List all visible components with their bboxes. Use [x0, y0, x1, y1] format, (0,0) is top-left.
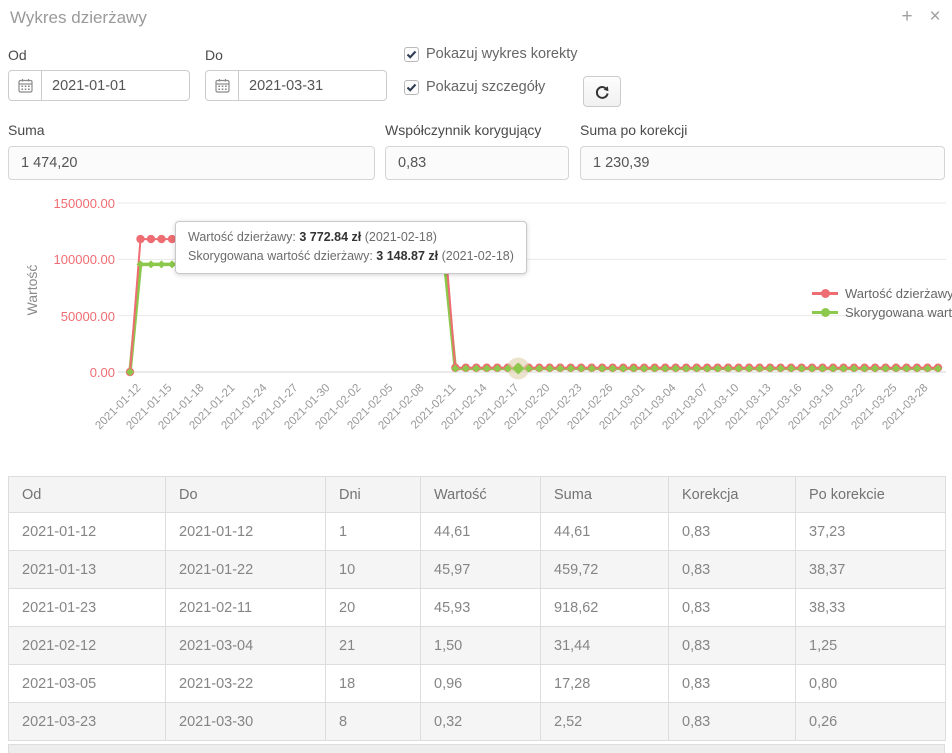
table-cell: 0,83 — [669, 665, 796, 703]
chart-legend: Wartość dzierżawy Skorygowana wartość dzi… — [812, 284, 952, 322]
date-to-input[interactable] — [239, 78, 379, 94]
suma-label: Suma — [8, 122, 45, 138]
table-column-header: Wartość — [421, 477, 541, 513]
table-cell: 45,97 — [421, 551, 541, 589]
table-column-header: Od — [9, 477, 166, 513]
table-header-row: OdDoDniWartośćSumaKorekcjaPo korekcie — [9, 477, 946, 513]
legend-item[interactable]: Wartość dzierżawy — [812, 284, 952, 303]
refresh-icon — [594, 84, 610, 100]
table-cell: 18 — [326, 665, 421, 703]
table-column-header: Po korekcie — [796, 477, 946, 513]
table-cell: 44,61 — [541, 513, 669, 551]
table-cell: 0,32 — [421, 703, 541, 741]
table-cell: 37,23 — [796, 513, 946, 551]
calendar-icon — [206, 71, 239, 100]
refresh-button[interactable] — [583, 76, 621, 107]
table-cell: 2021-01-22 — [166, 551, 326, 589]
date-from-input[interactable] — [42, 78, 182, 94]
checkbox-pokazuj-wykres-korekty[interactable]: Pokazuj wykres korekty — [404, 46, 578, 62]
table-cell: 45,93 — [421, 589, 541, 627]
y-tick-label: 150000.00 — [25, 196, 115, 211]
checkbox-label: Pokazuj szczegóły — [426, 79, 545, 95]
table-cell: 38,33 — [796, 589, 946, 627]
y-axis-title: Wartość — [24, 250, 40, 330]
table-cell: 44,61 — [421, 513, 541, 551]
checkbox-checked-icon — [404, 80, 419, 95]
date-to-field[interactable] — [205, 70, 387, 101]
table-cell: 0,83 — [669, 589, 796, 627]
table-cell: 1 — [326, 513, 421, 551]
table-cell: 38,37 — [796, 551, 946, 589]
od-label: Od — [8, 47, 27, 63]
table-row[interactable]: 2021-03-232021-03-3080,322,520,830,26 — [9, 703, 946, 741]
suma-po-korekcji-label: Suma po korekcji — [580, 122, 687, 138]
table-row[interactable]: 2021-02-122021-03-04211,5031,440,831,25 — [9, 627, 946, 665]
table-cell: 0,96 — [421, 665, 541, 703]
close-icon[interactable]: × — [924, 6, 946, 28]
table-cell: 2,52 — [541, 703, 669, 741]
wspolczynnik-input[interactable] — [385, 146, 569, 180]
table-row[interactable]: 2021-01-122021-01-12144,6144,610,8337,23 — [9, 513, 946, 551]
table-cell: 2021-03-23 — [9, 703, 166, 741]
table-cell: 17,28 — [541, 665, 669, 703]
table-cell: 1,25 — [796, 627, 946, 665]
lease-chart-window: Wykres dzierżawy + × Od Do Pokazuj wykre… — [0, 0, 952, 753]
checkbox-checked-icon — [404, 47, 419, 62]
table-cell: 0,83 — [669, 703, 796, 741]
table-cell: 2021-01-12 — [166, 513, 326, 551]
checkbox-label: Pokazuj wykres korekty — [426, 46, 578, 62]
expand-icon[interactable]: + — [896, 6, 918, 28]
table-column-header: Dni — [326, 477, 421, 513]
table-cell: 2021-03-05 — [9, 665, 166, 703]
chart-tooltip: Wartość dzierżawy: 3 772.84 zł (2021-02-… — [175, 221, 527, 274]
table-cell: 459,72 — [541, 551, 669, 589]
table-column-header: Suma — [541, 477, 669, 513]
table-cell: 2021-02-11 — [166, 589, 326, 627]
table-cell: 2021-01-13 — [9, 551, 166, 589]
wspolczynnik-label: Współczynnik korygujący — [385, 122, 541, 138]
table-cell: 2021-01-12 — [9, 513, 166, 551]
details-table: OdDoDniWartośćSumaKorekcjaPo korekcie 20… — [8, 476, 946, 741]
table-row[interactable]: 2021-03-052021-03-22180,9617,280,830,80 — [9, 665, 946, 703]
table-cell: 0,80 — [796, 665, 946, 703]
table-cell: 31,44 — [541, 627, 669, 665]
table-cell: 918,62 — [541, 589, 669, 627]
window-title: Wykres dzierżawy — [10, 8, 147, 28]
table-cell: 2021-02-12 — [9, 627, 166, 665]
table-cell: 10 — [326, 551, 421, 589]
table-cell: 20 — [326, 589, 421, 627]
highlight-halo — [507, 357, 529, 379]
table-cell: 2021-03-30 — [166, 703, 326, 741]
tooltip-line-2: Skorygowana wartość dzierżawy: 3 148.87 … — [188, 247, 514, 266]
legend-label: Wartość dzierżawy — [845, 286, 952, 301]
date-from-field[interactable] — [8, 70, 190, 101]
table-cell: 2021-03-04 — [166, 627, 326, 665]
checkbox-pokazuj-szczegoly[interactable]: Pokazuj szczegóły — [404, 79, 545, 95]
table-cell: 0,83 — [669, 513, 796, 551]
table-column-header: Korekcja — [669, 477, 796, 513]
table-cell: 8 — [326, 703, 421, 741]
legend-item[interactable]: Skorygowana wartość dzierżawy — [812, 303, 952, 322]
legend-label: Skorygowana wartość dzierżawy — [845, 305, 952, 320]
table-row[interactable]: 2021-01-132021-01-221045,97459,720,8338,… — [9, 551, 946, 589]
tooltip-line-1: Wartość dzierżawy: 3 772.84 zł (2021-02-… — [188, 228, 514, 247]
table-cell: 1,50 — [421, 627, 541, 665]
table-row[interactable]: 2021-01-232021-02-112045,93918,620,8338,… — [9, 589, 946, 627]
table-column-header: Do — [166, 477, 326, 513]
do-label: Do — [205, 47, 223, 63]
table-cell: 2021-01-23 — [9, 589, 166, 627]
suma-input[interactable] — [8, 146, 375, 180]
calendar-icon — [9, 71, 42, 100]
y-tick-label: 0.00 — [25, 365, 115, 380]
table-cell: 21 — [326, 627, 421, 665]
table-cell: 0,83 — [669, 627, 796, 665]
legend-marker-icon — [812, 292, 838, 295]
legend-marker-icon — [812, 311, 838, 314]
suma-po-korekcji-input[interactable] — [580, 146, 945, 180]
table-cell: 2021-03-22 — [166, 665, 326, 703]
table-cell: 0,83 — [669, 551, 796, 589]
table-partial-next-row — [8, 744, 945, 753]
table-cell: 0,26 — [796, 703, 946, 741]
